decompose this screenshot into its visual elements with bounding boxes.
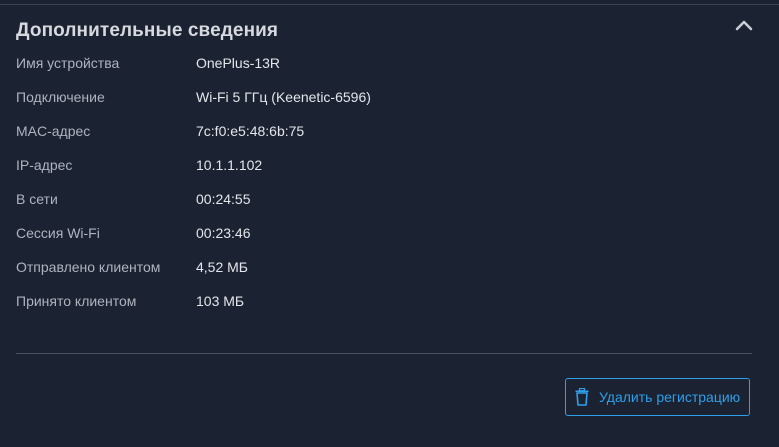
collapse-toggle-button[interactable] (733, 15, 755, 35)
detail-value: 7c:f0:e5:48:6b:75 (196, 123, 305, 139)
detail-label: Принято клиентом (16, 293, 137, 309)
chevron-up-icon (733, 15, 755, 35)
detail-row-mac-address: MAC-адрес 7c:f0:e5:48:6b:75 (16, 120, 756, 154)
detail-row-connection: Подключение Wi-Fi 5 ГГц (Keenetic-6596) (16, 86, 756, 120)
detail-value: Wi-Fi 5 ГГц (Keenetic-6596) (196, 89, 371, 105)
detail-value: 4,52 МБ (196, 259, 248, 275)
detail-row-sent-by-client: Отправлено клиентом 4,52 МБ (16, 256, 756, 290)
section-title: Дополнительные сведения (16, 20, 279, 41)
detail-value: 00:24:55 (196, 191, 251, 207)
details-list: Имя устройства OnePlus-13R Подключение W… (16, 52, 756, 324)
detail-row-ip-address: IP-адрес 10.1.1.102 (16, 154, 756, 188)
detail-row-online-time: В сети 00:24:55 (16, 188, 756, 222)
trash-icon (575, 388, 589, 406)
detail-row-wifi-session: Сессия Wi-Fi 00:23:46 (16, 222, 756, 256)
detail-label: Подключение (16, 89, 105, 105)
unregister-button[interactable]: Удалить регистрацию (565, 378, 750, 416)
detail-label: Отправлено клиентом (16, 259, 161, 275)
detail-label: MAC-адрес (16, 123, 91, 139)
detail-label: IP-адрес (16, 157, 73, 173)
detail-row-device-name: Имя устройства OnePlus-13R (16, 52, 756, 86)
additional-info-panel: Дополнительные сведения Имя устройства O… (0, 0, 779, 447)
bottom-divider (16, 353, 752, 354)
detail-value: 10.1.1.102 (196, 157, 263, 173)
detail-label: Сессия Wi-Fi (16, 225, 100, 241)
detail-value: 00:23:46 (196, 225, 251, 241)
top-divider (0, 4, 779, 5)
detail-label: Имя устройства (16, 55, 120, 71)
detail-row-received-by-client: Принято клиентом 103 МБ (16, 290, 756, 324)
unregister-button-label: Удалить регистрацию (599, 389, 741, 405)
detail-value: 103 МБ (196, 293, 245, 309)
detail-value: OnePlus-13R (196, 55, 281, 71)
detail-label: В сети (16, 191, 58, 207)
